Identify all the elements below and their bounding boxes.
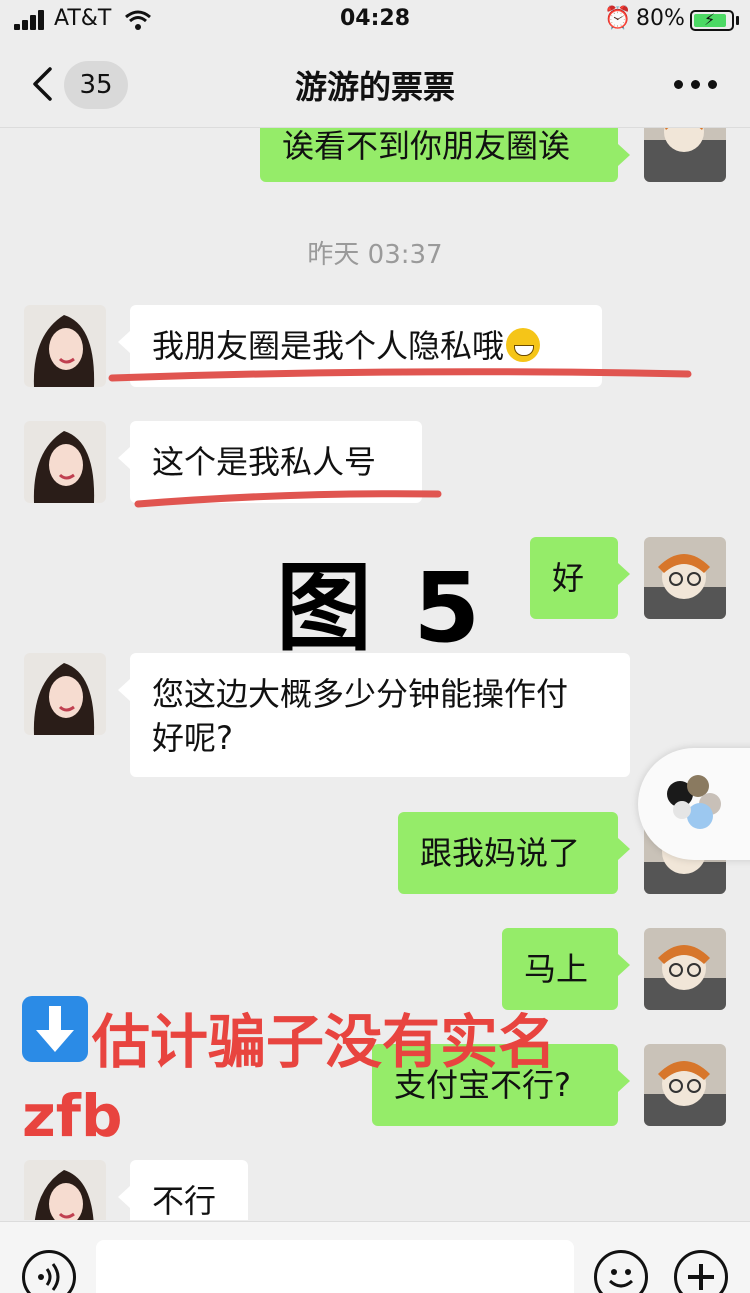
alarm-icon: ⏰ <box>604 6 632 31</box>
status-bar: AT&T 04:28 ⏰ 80% ⚡ <box>0 0 750 40</box>
message-bubble-outgoing[interactable]: 跟我妈说了 <box>398 812 630 894</box>
message-text: 不行 <box>152 1182 217 1220</box>
red-underline-annotation <box>134 490 442 508</box>
red-underline-annotation <box>108 368 692 382</box>
annotation-note-line2: zfb <box>22 1082 123 1150</box>
message-bubble-incoming[interactable]: 不行 <box>118 1160 248 1220</box>
my-avatar[interactable] <box>644 537 726 619</box>
contact-avatar[interactable] <box>24 305 106 387</box>
message-bubble-outgoing[interactable]: 诶看不到你朋友圈诶 <box>260 128 630 182</box>
battery-percent: 80% <box>636 6 685 31</box>
plus-icon[interactable] <box>674 1250 728 1293</box>
chat-title: 游游的票票 <box>294 68 455 106</box>
message-text: 好 <box>552 559 585 597</box>
annotation-note: 估计骗子没有实名 <box>92 1008 557 1076</box>
message-input[interactable] <box>96 1240 574 1293</box>
floating-window-icon <box>667 775 721 829</box>
message-bubble-incoming[interactable]: 您这边大概多少分钟能操作付 好呢? <box>118 653 630 777</box>
message-bubble-outgoing[interactable]: 好 <box>530 537 630 619</box>
my-avatar[interactable] <box>644 1044 726 1126</box>
timestamp: 昨天 03:37 <box>307 240 443 270</box>
message-text-line: 好呢? <box>152 719 233 757</box>
voice-icon[interactable] <box>22 1250 76 1293</box>
battery-charging-icon: ⚡ <box>690 10 734 31</box>
contact-avatar[interactable] <box>24 653 106 735</box>
message-text-line: 您这边大概多少分钟能操作付 <box>152 675 569 713</box>
input-bar <box>0 1221 750 1293</box>
contact-avatar[interactable] <box>24 421 106 503</box>
message-text: 这个是我私人号 <box>152 443 377 481</box>
down-arrow-icon <box>22 996 88 1062</box>
message-text: 跟我妈说了 <box>420 834 581 872</box>
more-icon[interactable] <box>674 80 718 90</box>
my-avatar[interactable] <box>644 928 726 1010</box>
message-text: 诶看不到你朋友圈诶 <box>282 128 571 165</box>
chat-header: 35 游游的票票 <box>0 42 750 128</box>
floating-window-button[interactable] <box>638 748 750 860</box>
message-text: 马上 <box>524 950 589 988</box>
contact-avatar[interactable] <box>24 1160 106 1220</box>
battery-cap <box>736 16 739 25</box>
grinning-emoji-icon <box>506 328 541 362</box>
figure-label: 图 5 <box>276 552 485 664</box>
my-avatar[interactable] <box>644 128 726 182</box>
emoji-icon[interactable] <box>594 1250 648 1293</box>
